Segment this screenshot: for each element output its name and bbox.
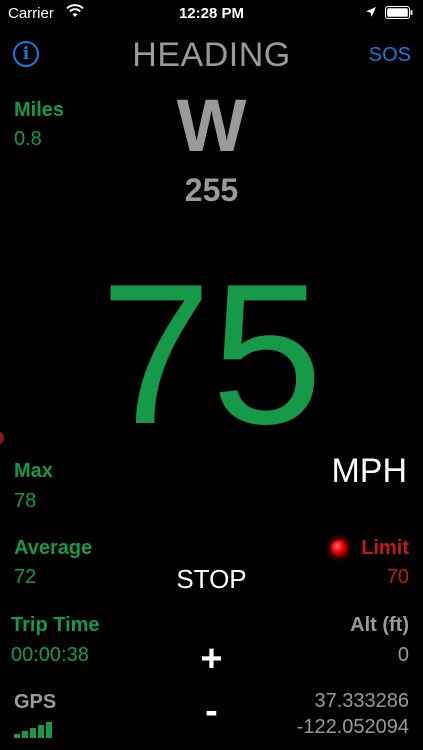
- altitude-label: Alt (ft): [350, 614, 409, 636]
- average-label: Average: [14, 537, 93, 559]
- longitude-value: -122.052094: [296, 716, 409, 738]
- limit-indicator-light: [331, 540, 347, 556]
- miles-label: Miles: [14, 99, 65, 121]
- speed-unit-toggle[interactable]: MPH: [331, 452, 407, 491]
- gps-signal-bar: [46, 722, 52, 738]
- gps-signal-bar: [22, 731, 28, 738]
- miles-value: 0.8: [14, 128, 42, 150]
- page-title: HEADING: [132, 36, 291, 74]
- heading-direction: W: [176, 84, 247, 167]
- heading-degrees: 255: [184, 172, 239, 208]
- battery-icon: [385, 6, 413, 19]
- gps-signal-bar: [38, 725, 44, 738]
- sos-button[interactable]: SOS: [369, 44, 411, 67]
- gps-signal-bar: [14, 734, 20, 738]
- altitude-value: 0: [397, 644, 409, 666]
- gps-label: GPS: [14, 691, 57, 713]
- stop-button[interactable]: STOP: [0, 564, 423, 595]
- location-arrow-icon: [366, 7, 376, 17]
- status-time: 12:28 PM: [178, 5, 245, 22]
- gps-signal-icon: [14, 722, 52, 738]
- speed-value: 75: [100, 243, 323, 466]
- limit-value: 70: [386, 566, 409, 588]
- limit-increase-button[interactable]: +: [0, 638, 423, 681]
- max-value: 78: [14, 490, 37, 512]
- max-label: Max: [14, 460, 53, 482]
- trip-time-label: Trip Time: [11, 614, 100, 636]
- latitude-value: 37.333286: [314, 690, 409, 712]
- limit-label: Limit: [361, 537, 409, 559]
- gps-signal-bar: [30, 728, 36, 738]
